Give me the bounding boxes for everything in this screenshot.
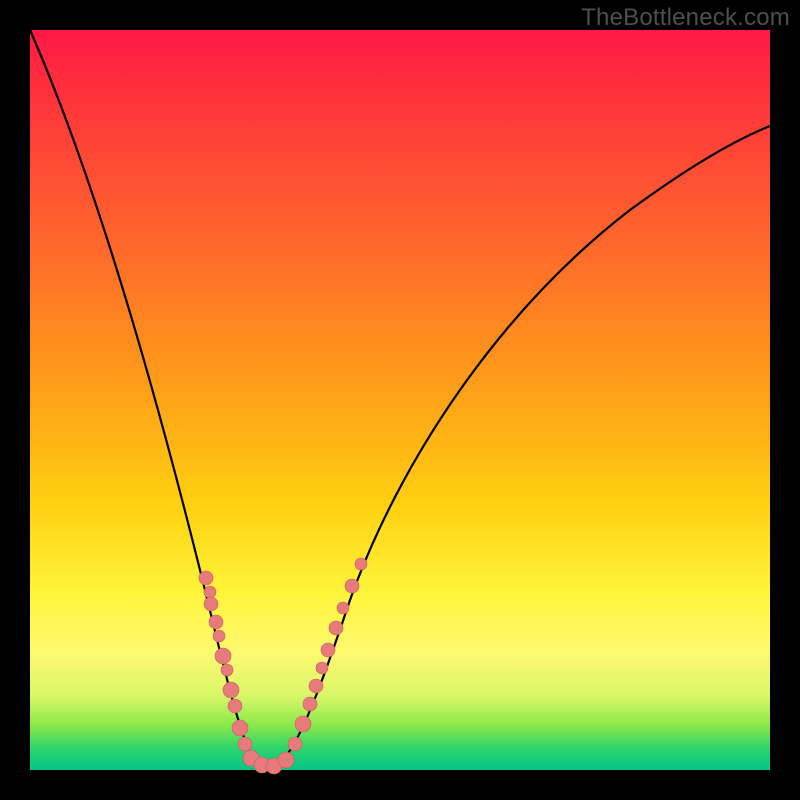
data-dot <box>228 699 242 713</box>
data-dot <box>204 586 216 598</box>
data-dot <box>278 752 294 768</box>
data-dot <box>209 615 223 629</box>
curve-svg <box>30 30 770 770</box>
data-dot <box>303 697 317 711</box>
data-dot <box>316 662 328 674</box>
data-dot <box>238 737 252 751</box>
data-dot <box>213 630 225 642</box>
chart-frame: TheBottleneck.com <box>0 0 800 800</box>
bottleneck-curve <box>30 30 770 767</box>
watermark-text: TheBottleneck.com <box>581 4 790 32</box>
data-dot <box>329 621 343 635</box>
data-dot <box>215 648 231 664</box>
data-dot <box>288 737 302 751</box>
data-dot <box>232 720 248 736</box>
data-dot <box>345 579 359 593</box>
data-dot <box>337 602 349 614</box>
dot-cluster <box>199 558 367 774</box>
data-dot <box>309 679 323 693</box>
data-dot <box>295 716 311 732</box>
data-dot <box>204 597 218 611</box>
data-dot <box>223 682 239 698</box>
data-dot <box>355 558 367 570</box>
data-dot <box>221 664 233 676</box>
plot-area <box>30 30 770 770</box>
data-dot <box>321 643 335 657</box>
data-dot <box>199 571 213 585</box>
